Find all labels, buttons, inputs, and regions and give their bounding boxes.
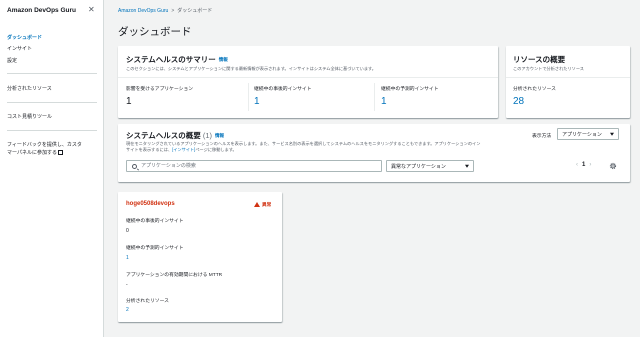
- filter-value: 異常なアプリケーション: [391, 163, 446, 170]
- summary-description: このセクションには、システムとアプリケーションに関する最新情報が表示されます。イ…: [126, 66, 376, 71]
- resource-overview-title: リソースの概要: [513, 55, 566, 64]
- metric-label-affected-apps: 影響を受けるアプリケーション: [126, 87, 194, 92]
- analyzed-resources-value[interactable]: 28: [513, 96, 524, 107]
- external-link-icon: [57, 150, 63, 155]
- status-badge: 異常: [254, 201, 271, 208]
- breadcrumb: Amazon DevOps Guru > ダッシュボード: [118, 7, 212, 14]
- metric-value-proactive-insights[interactable]: 1: [381, 96, 387, 107]
- field-label-mttr: アプリケーションの有効期間における MTTR: [126, 273, 223, 278]
- summary-title: システムヘルスのサマリー: [126, 55, 216, 64]
- sidebar-item-dashboard[interactable]: ダッシュボード: [7, 34, 42, 41]
- status-text: 異常: [262, 202, 272, 207]
- warning-icon: [254, 202, 260, 207]
- settings-gear-icon[interactable]: [609, 162, 617, 170]
- breadcrumb-separator: >: [171, 8, 175, 14]
- page-title: ダッシュボード: [118, 26, 192, 38]
- overview-heading: システムヘルスの概要 (1) 情報: [126, 130, 224, 141]
- system-health-overview-card: システムヘルスの概要 (1) 情報 現在モニタリングされているアプリケーションのヘ…: [118, 124, 630, 182]
- analyzed-resources-label: 分析されたリソース: [513, 87, 556, 92]
- next-page-button[interactable]: ›: [589, 162, 591, 168]
- metric-divider: [248, 83, 249, 111]
- system-health-summary-card: システムヘルスのサマリー 情報 このセクションには、システムとアプリケーションに関…: [118, 46, 498, 118]
- caret-down-icon: [610, 132, 614, 136]
- field-label-reactive-insights: 継続中の事後的インサイト: [126, 219, 184, 224]
- breadcrumb-current: ダッシュボード: [177, 8, 213, 14]
- feedback-line-1[interactable]: フィードバックを提供し、カスタ: [7, 142, 82, 148]
- application-search[interactable]: [126, 160, 382, 172]
- display-mode-label: 表示方法: [532, 134, 552, 139]
- field-value-reactive-insights: 0: [126, 228, 129, 234]
- metric-label-proactive-insights: 継続中の予測的インサイト: [381, 87, 439, 92]
- search-icon: [132, 163, 137, 169]
- summary-info-link[interactable]: 情報: [219, 57, 228, 62]
- feedback-link[interactable]: フィードバックを提供し、カスタ マーパネルに参加する: [7, 141, 97, 157]
- sidebar-title[interactable]: Amazon DevOps Guru: [7, 7, 76, 14]
- current-page[interactable]: 1: [582, 162, 585, 168]
- metric-value-reactive-insights[interactable]: 1: [254, 96, 260, 107]
- metric-label-reactive-insights: 継続中の事後的インサイト: [254, 87, 312, 92]
- close-icon[interactable]: ✕: [88, 5, 95, 14]
- field-value-analyzed-resources[interactable]: 2: [126, 307, 129, 313]
- resource-overview-card: リソースの概要 このアカウントで分析されたリソース 分析されたリソース 28: [506, 46, 630, 118]
- sidebar-item-settings[interactable]: 設定: [7, 57, 17, 64]
- pagination: ‹ 1 ›: [572, 162, 595, 168]
- sidebar-item-cost-estimator[interactable]: コスト見積りツール: [7, 113, 52, 120]
- display-mode-value: アプリケーション: [562, 131, 602, 138]
- side-navigation: Amazon DevOps Guru ✕ ダッシュボード インサイト 設定 分析…: [0, 0, 104, 337]
- overview-count: (1): [202, 131, 213, 140]
- resource-overview-description: このアカウントで分析されたリソース: [513, 66, 584, 71]
- caret-down-icon: [465, 164, 469, 168]
- overview-desc-text-b: ページに移動します。: [195, 147, 237, 152]
- field-value-proactive-insights[interactable]: 1: [126, 255, 129, 261]
- field-label-analyzed-resources: 分析されたリソース: [126, 299, 169, 304]
- insights-page-link[interactable]: [インサイト]: [172, 147, 195, 152]
- application-filter-select[interactable]: 異常なアプリケーション: [386, 160, 474, 172]
- metric-value-affected-apps: 1: [126, 96, 132, 107]
- overview-title: システムヘルスの概要: [126, 131, 201, 140]
- sidebar-divider: [7, 130, 97, 131]
- overview-info-link[interactable]: 情報: [215, 133, 224, 138]
- overview-description-line-2: サイトを表示するには、[インサイト]ページに移動します。: [126, 147, 237, 153]
- breadcrumb-root[interactable]: Amazon DevOps Guru: [118, 8, 168, 14]
- resource-overview-separator: [506, 77, 630, 78]
- search-input[interactable]: [141, 161, 376, 171]
- sidebar-divider: [7, 73, 97, 74]
- sidebar-divider: [7, 102, 97, 103]
- sidebar-item-insights[interactable]: インサイト: [7, 45, 32, 52]
- field-label-proactive-insights: 継続中の予測的インサイト: [126, 246, 184, 251]
- application-name-link[interactable]: hoge0508devops: [126, 201, 175, 207]
- summary-separator: [118, 77, 498, 78]
- field-value-mttr: -: [126, 282, 128, 288]
- overview-desc-text-a: サイトを表示するには、: [126, 147, 173, 152]
- display-mode-select[interactable]: アプリケーション: [557, 128, 619, 140]
- metric-divider: [374, 83, 375, 111]
- summary-heading: システムヘルスのサマリー 情報: [126, 54, 228, 65]
- sidebar-item-analyzed-resources[interactable]: 分析されたリソース: [7, 85, 52, 92]
- feedback-line-2[interactable]: マーパネルに参加する: [7, 150, 57, 156]
- previous-page-button[interactable]: ‹: [576, 162, 578, 168]
